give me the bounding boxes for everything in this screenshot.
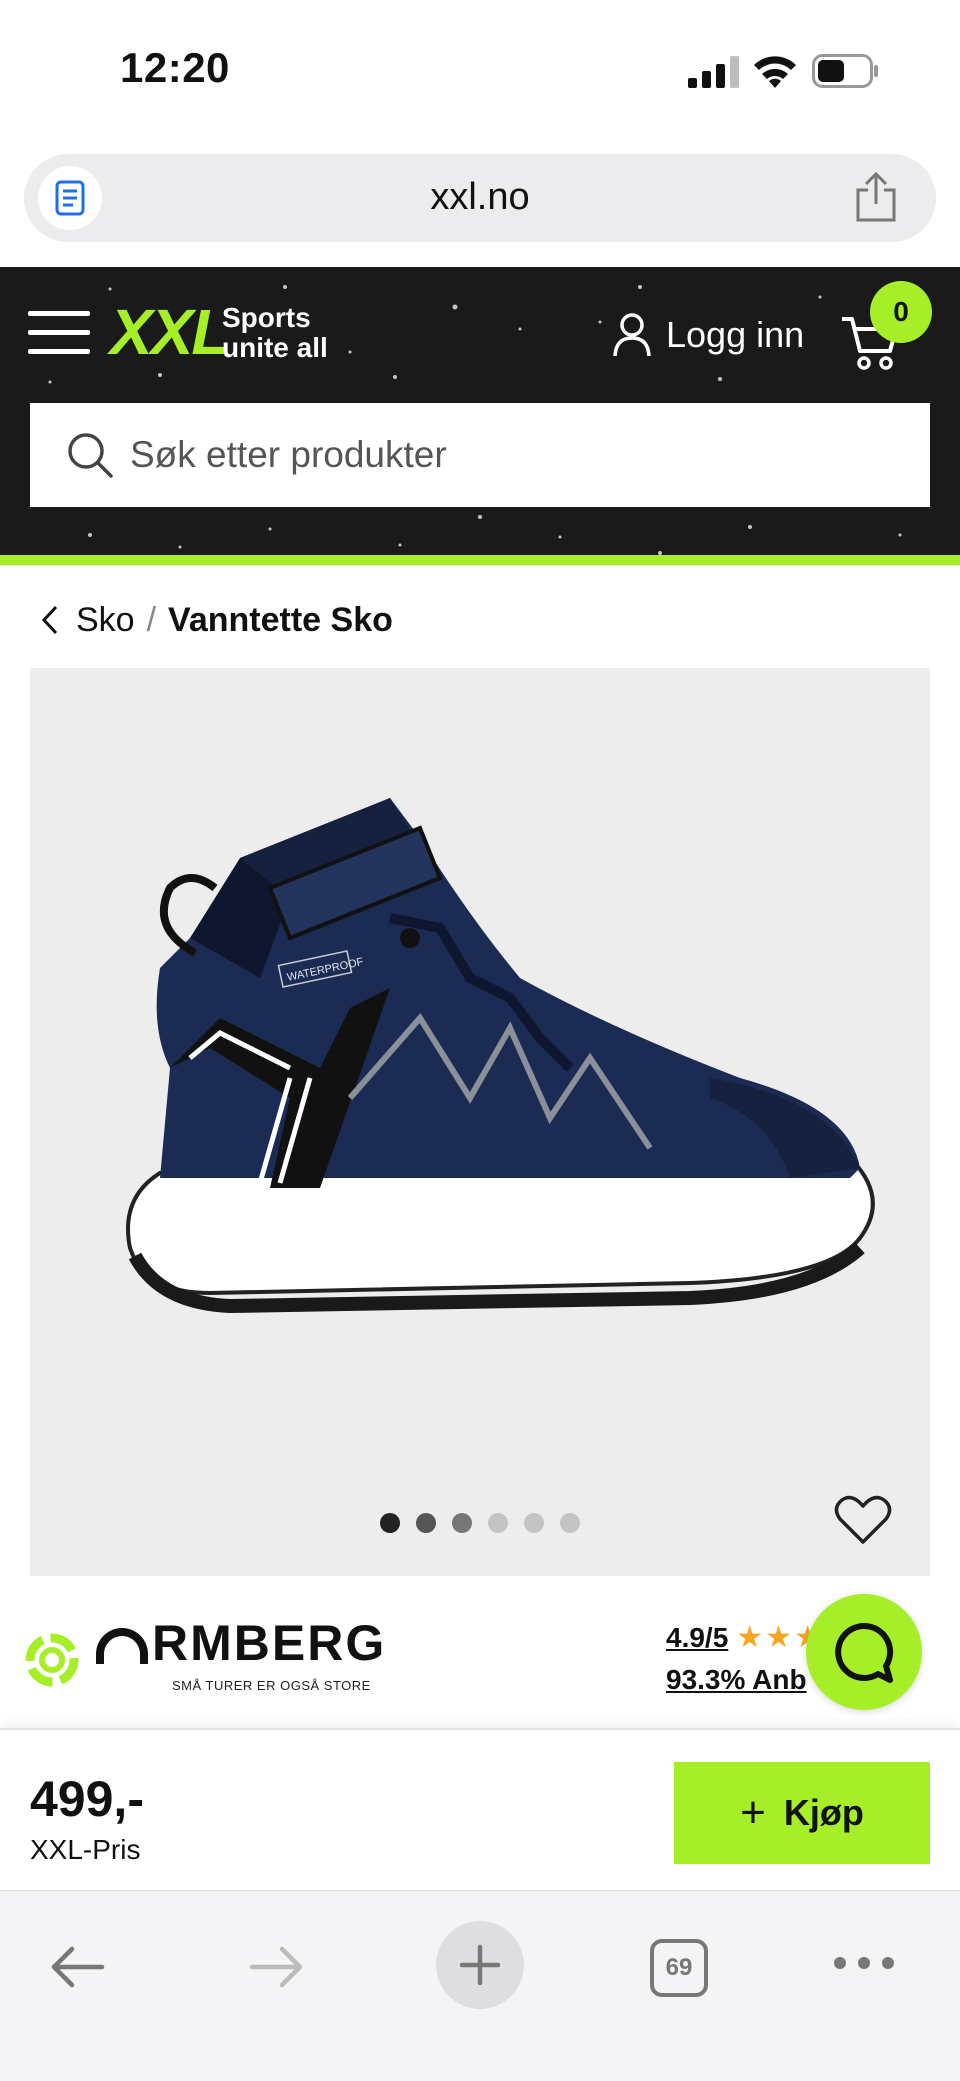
- brand-o-icon: [96, 1628, 148, 1664]
- search-input[interactable]: Søk etter produkter: [30, 403, 930, 507]
- chat-icon: [835, 1622, 894, 1683]
- chat-button[interactable]: [806, 1594, 922, 1710]
- gallery-dot[interactable]: [380, 1513, 400, 1533]
- cellular-signal-icon: [688, 56, 739, 88]
- gallery-dot[interactable]: [488, 1513, 508, 1533]
- tabs-button[interactable]: 69: [650, 1939, 708, 1997]
- heart-icon[interactable]: [834, 1494, 892, 1546]
- address-bar[interactable]: xxl.no: [24, 154, 936, 242]
- gallery-pagination[interactable]: [30, 1513, 930, 1533]
- buy-button-label: Kjøp: [783, 1792, 864, 1833]
- browser-toolbar: 69: [0, 1890, 960, 2081]
- chevron-left-icon[interactable]: [38, 603, 64, 637]
- gallery-dot[interactable]: [416, 1513, 436, 1533]
- gallery-dot[interactable]: [560, 1513, 580, 1533]
- rating-score[interactable]: 4.9/5: [666, 1622, 728, 1653]
- site-header: XXL Sports unite all Logg inn 0 Søk ette…: [0, 267, 960, 565]
- buy-bar: 499,- XXL-Pris + Kjøp: [0, 1728, 960, 1890]
- url-text[interactable]: xxl.no: [24, 176, 936, 219]
- cart-count-badge[interactable]: 0: [870, 281, 932, 343]
- brand-subtitle: SMÅ TURER ER OGSÅ STORE: [172, 1678, 371, 1693]
- wifi-icon: [754, 56, 796, 88]
- menu-button[interactable]: [28, 311, 90, 359]
- new-tab-button[interactable]: [436, 1921, 524, 2009]
- status-bar: 12:20: [0, 0, 960, 140]
- breadcrumb-separator: /: [146, 600, 157, 639]
- breadcrumb-parent[interactable]: Sko: [76, 601, 135, 640]
- product-price: 499,-: [30, 1771, 144, 1827]
- xxl-logo[interactable]: XXL: [110, 295, 230, 369]
- search-placeholder: Søk etter produkter: [130, 434, 447, 475]
- recommend-percent[interactable]: 93.3% Anb: [666, 1664, 807, 1696]
- header-accent-bar: [0, 555, 960, 565]
- hamburger-icon: [28, 311, 90, 316]
- battery-icon: [812, 54, 878, 88]
- brand-emblem-icon[interactable]: [16, 1624, 88, 1696]
- plus-icon: +: [740, 1788, 766, 1837]
- login-button[interactable]: Logg inn: [612, 307, 804, 363]
- gallery-dot[interactable]: [452, 1513, 472, 1533]
- brand-name[interactable]: RMBERG: [96, 1614, 386, 1672]
- logo-tagline: Sports unite all: [222, 302, 328, 363]
- product-image-gallery[interactable]: WATERPROOF: [30, 668, 930, 1576]
- page: 12:20 xxl.no XXL Sports unite all Logg i…: [0, 0, 960, 2081]
- user-icon: [613, 313, 651, 357]
- plus-icon: [459, 1944, 501, 1986]
- search-icon: [68, 433, 113, 478]
- back-arrow-icon[interactable]: [48, 1943, 106, 1991]
- price-label: XXL-Pris: [30, 1834, 141, 1865]
- breadcrumb-current: Vanntette Sko: [168, 600, 393, 639]
- login-label: Logg inn: [666, 314, 805, 355]
- more-options-icon[interactable]: [834, 1953, 894, 1973]
- breadcrumb: Sko / Vanntette Sko: [38, 596, 393, 644]
- buy-button[interactable]: + Kjøp: [674, 1762, 930, 1864]
- forward-arrow-icon[interactable]: [248, 1943, 306, 1991]
- status-time: 12:20: [120, 44, 230, 91]
- gallery-dot[interactable]: [524, 1513, 544, 1533]
- share-icon[interactable]: [852, 172, 900, 222]
- product-image[interactable]: WATERPROOF: [90, 778, 910, 1338]
